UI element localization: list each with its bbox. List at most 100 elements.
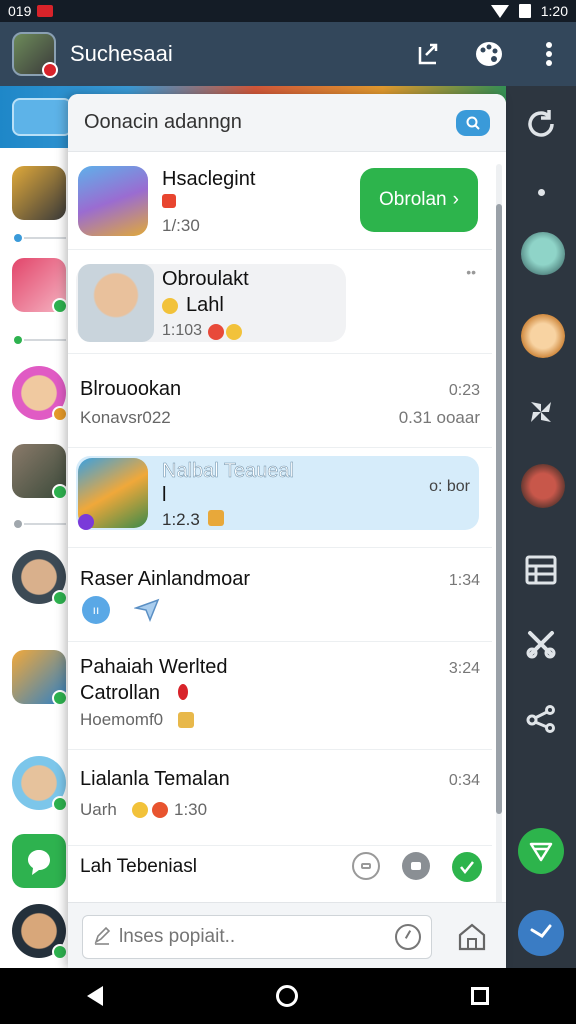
left-divider (24, 523, 66, 525)
open-chat-button[interactable]: Obrolan › (360, 168, 478, 232)
chat-line-2: Catrollan (80, 682, 161, 704)
chat-name: Hsaclegint (162, 168, 256, 190)
palette-icon[interactable] (474, 39, 504, 69)
chat-preview: Uarh (80, 800, 117, 819)
chat-line-2: Lahl (186, 294, 224, 316)
nav-back-icon[interactable] (86, 986, 103, 1006)
chat-time: 1/:30 (162, 216, 200, 235)
chat-row[interactable]: Blrouookan Konavsr022 0:23 0.31 ooaar (68, 354, 492, 448)
chat-row[interactable]: Obroulakt Lahl 1:103 •• (68, 250, 492, 354)
chat-time-secondary: 0.31 ooaar (398, 408, 480, 427)
chat-name: Lah Tebeniasl (80, 856, 197, 877)
chat-time: 3:24 (448, 660, 480, 677)
app-avatar[interactable] (12, 32, 58, 78)
schedule-clock-icon[interactable] (395, 924, 421, 950)
chat-row-selected[interactable]: Nalbal Teaueal l 1:2.3 o: bor (68, 448, 492, 548)
search-button[interactable] (456, 109, 490, 136)
dot-icon (521, 172, 561, 212)
chat-name: Pahaiah Werlted (80, 656, 228, 678)
smile-emoji-icon (162, 298, 178, 314)
scrollbar-thumb[interactable] (496, 204, 502, 814)
sticker-cat-icon[interactable] (521, 232, 565, 276)
chat-name: Obroulakt (162, 268, 249, 290)
refresh-icon[interactable] (521, 104, 561, 144)
game-thumbnail (78, 166, 148, 236)
status-bar: 019 1:20 (0, 0, 576, 22)
chat-line-2: l (162, 484, 167, 506)
left-app-icon[interactable] (12, 834, 66, 888)
system-nav-bar (0, 968, 576, 1024)
emoji-icon (208, 510, 224, 526)
chat-preview: Konavsr022 (80, 408, 171, 427)
left-dot (14, 520, 22, 528)
notification-icon (37, 5, 54, 17)
message-compose-box[interactable] (82, 915, 432, 959)
chat-name: Lialanla Temalan (80, 768, 230, 790)
status-time: 1:20 (540, 3, 568, 19)
share-nodes-icon[interactable] (521, 698, 561, 738)
emoji-icon (132, 802, 148, 818)
chat-time-secondary: 1:30 (174, 800, 208, 819)
sticker-monster-icon[interactable] (521, 464, 565, 508)
more-dots-icon[interactable]: •• (466, 264, 476, 280)
table-icon[interactable] (521, 550, 561, 590)
house-icon[interactable] (456, 921, 488, 953)
left-divider (24, 339, 66, 341)
chat-row[interactable]: Lah Tebeniasl (68, 846, 492, 902)
chat-bubble-icon[interactable] (402, 852, 430, 880)
star-icon (152, 802, 168, 818)
chat-name: Nalbal Teaueal (162, 460, 294, 483)
check-icon[interactable] (452, 852, 482, 882)
app-title: Suchesaai (70, 41, 173, 66)
panel-header: Oonacin adanngn (68, 94, 506, 152)
left-avatar[interactable] (12, 366, 68, 422)
message-input[interactable] (119, 926, 395, 948)
emoji-icon (208, 324, 224, 340)
flag-icon (178, 684, 188, 700)
panel-title: Oonacin adanngn (84, 111, 242, 133)
more-menu-icon[interactable] (534, 39, 564, 69)
chat-time: 0:34 (448, 772, 480, 789)
chat-name: Raser Ainlandmoar (80, 568, 251, 590)
chat-name: Blrouookan (80, 378, 182, 400)
nav-home-icon[interactable] (275, 985, 298, 1007)
chevron-right-icon: › (452, 189, 459, 210)
paper-plane-icon (133, 596, 160, 627)
compose-fab[interactable] (518, 910, 564, 956)
left-avatar[interactable] (12, 258, 68, 314)
left-avatar[interactable] (12, 650, 68, 706)
status-left-text: 019 (8, 3, 32, 19)
avatar-badge (42, 62, 58, 78)
send-fab[interactable] (518, 828, 564, 874)
left-avatar[interactable] (12, 444, 68, 500)
contact-avatar (78, 264, 154, 342)
chat-time: 0:23 (448, 382, 480, 399)
banner-chip[interactable] (12, 98, 72, 136)
chat-row[interactable]: Lialanla Temalan Uarh 1:30 0:34 (68, 750, 492, 846)
online-badge (52, 796, 68, 812)
online-badge (52, 298, 68, 314)
left-avatar[interactable] (12, 166, 66, 220)
chat-time: 1:103 (162, 322, 203, 339)
tools-icon[interactable] (521, 624, 561, 664)
nav-recents-icon[interactable] (471, 987, 490, 1005)
emoji-icon (178, 712, 194, 728)
chat-row[interactable]: Pahaiah Werlted Catrollan Hoemomf0 3:24 (68, 642, 492, 750)
search-icon (466, 116, 480, 130)
minus-circle-icon[interactable] (352, 852, 380, 880)
chat-row[interactable]: Hsaclegint 1/:30 Obrolan › (68, 152, 492, 250)
open-chat-label: Obrolan (379, 189, 447, 210)
sticker-dog-icon[interactable] (521, 314, 565, 358)
left-avatar[interactable] (12, 756, 68, 812)
left-avatar[interactable] (12, 550, 68, 606)
left-chat-column (0, 148, 70, 968)
chat-time: 1:34 (448, 572, 480, 589)
chat-panel: Oonacin adanngn Hsaclegint 1/:30 Obrolan… (68, 94, 506, 968)
pinwheel-icon[interactable] (521, 392, 561, 432)
chat-preview: Hoemomf0 (80, 710, 164, 729)
online-badge (52, 590, 68, 606)
left-avatar[interactable] (12, 904, 68, 960)
share-icon[interactable] (414, 39, 444, 69)
status-badge (78, 514, 94, 530)
chat-row[interactable]: Raser Ainlandmoar 1:34 ıı (68, 548, 492, 642)
